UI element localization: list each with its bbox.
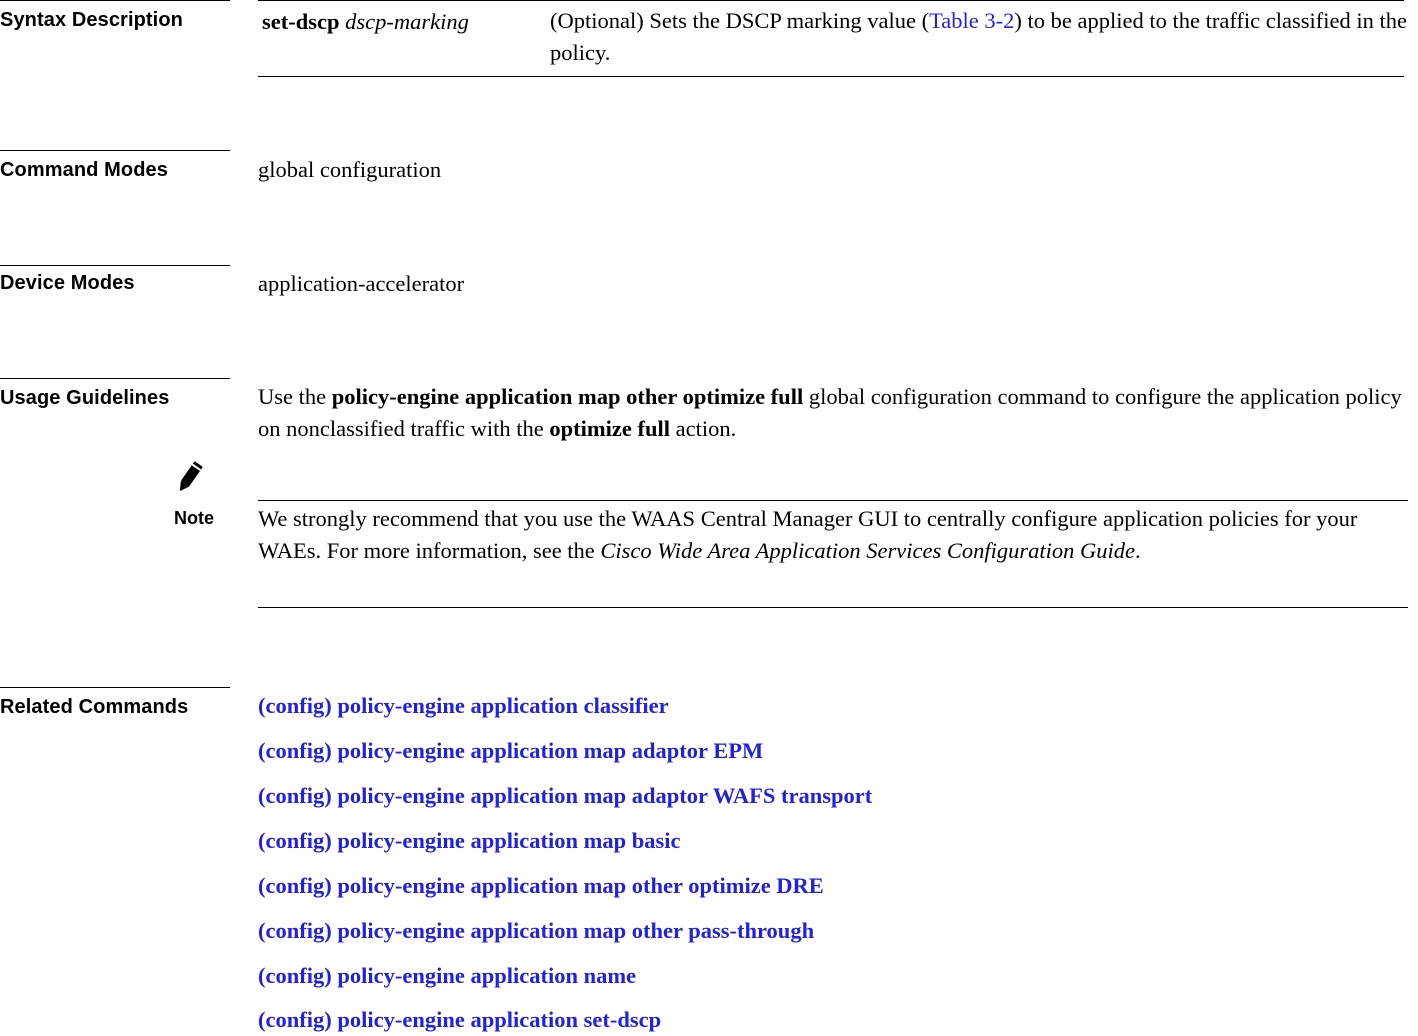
syntax-heading: Syntax Description <box>0 9 183 31</box>
usage-text-part: Use the <box>258 384 332 409</box>
related-command-link[interactable]: (config) policy-engine application name <box>258 963 636 989</box>
device-modes-heading: Device Modes <box>0 272 135 294</box>
usage-text: Use the policy-engine application map ot… <box>258 381 1408 445</box>
usage-action: optimize full <box>549 416 670 441</box>
syntax-table-bottom-rule <box>258 76 1404 77</box>
table-3-2-link[interactable]: Table 3-2 <box>929 8 1014 33</box>
command-modes-text: global configuration <box>258 157 442 182</box>
syntax-table-top-rule <box>258 0 1404 1</box>
note-guide-title: Cisco Wide Area Application Services Con… <box>600 538 1135 563</box>
syntax-term-argument: dscp-marking <box>345 9 469 34</box>
syntax-term-command: set-dscp <box>262 9 340 34</box>
syntax-description: (Optional) Sets the DSCP marking value (… <box>550 5 1410 69</box>
related-command-link[interactable]: (config) policy-engine application set-d… <box>258 1007 661 1033</box>
usage-heading: Usage Guidelines <box>0 387 170 409</box>
usage-text-part: action. <box>670 416 737 441</box>
related-command-link[interactable]: (config) policy-engine application map o… <box>258 873 824 899</box>
related-command-link[interactable]: (config) policy-engine application class… <box>258 693 669 719</box>
syntax-desc-text: (Optional) Sets the DSCP marking value ( <box>550 8 930 33</box>
syntax-heading-rule <box>0 0 230 1</box>
note-text-part: . <box>1134 538 1141 563</box>
usage-rule <box>0 378 230 379</box>
related-rule <box>0 687 230 688</box>
note-label: Note <box>174 508 214 528</box>
command-modes-heading: Command Modes <box>0 159 168 181</box>
command-modes-rule <box>0 150 230 151</box>
device-modes-text: application-accelerator <box>258 271 465 296</box>
usage-command: policy-engine application map other opti… <box>331 384 804 409</box>
note-bottom-rule <box>258 607 1408 608</box>
related-command-link[interactable]: (config) policy-engine application map a… <box>258 738 763 764</box>
note-top-rule <box>258 500 1408 501</box>
pencil-note-icon <box>179 461 203 492</box>
note-text: We strongly recommend that you use the W… <box>258 503 1406 567</box>
syntax-term: set-dscp dscp-marking <box>262 9 469 35</box>
related-command-link[interactable]: (config) policy-engine application map b… <box>258 828 681 854</box>
related-command-link[interactable]: (config) policy-engine application map o… <box>258 918 814 944</box>
related-heading: Related Commands <box>0 696 189 718</box>
device-modes-rule <box>0 265 230 266</box>
related-command-link[interactable]: (config) policy-engine application map a… <box>258 783 872 809</box>
